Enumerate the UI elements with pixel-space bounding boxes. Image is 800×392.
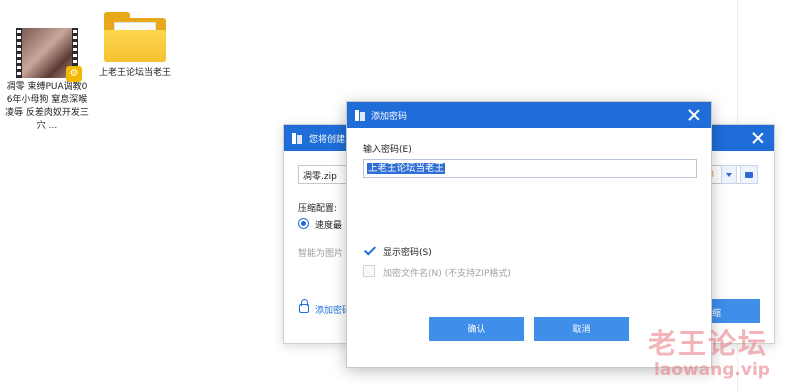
app-icon <box>292 132 302 144</box>
create-archive-close-icon[interactable] <box>752 132 764 144</box>
folder-icon <box>102 10 168 64</box>
desktop-file-video[interactable]: ⚙ 凋零 束缚PUA调教06年小母狗 窒息深喉凌辱 反差肉奴开发三穴 ... <box>4 28 90 133</box>
dialog-close-icon[interactable] <box>688 109 700 121</box>
dialog-titlebar: 添加密码 <box>347 102 711 128</box>
speed-radio-label: 速度最 <box>315 221 343 231</box>
image-hint-text: 智能为图片 <box>298 249 344 259</box>
speed-radio[interactable] <box>298 218 309 229</box>
compress-button[interactable]: 缩 <box>708 299 760 323</box>
chevron-down-icon[interactable] <box>721 165 737 184</box>
desktop-folder[interactable]: 上老王论坛当老王 <box>92 10 178 80</box>
show-password-checkbox[interactable] <box>363 244 375 256</box>
password-value: 上老王论坛当老王 <box>367 163 446 174</box>
lock-icon <box>299 299 309 313</box>
watermark-logo-text: 老王论坛 <box>648 327 769 360</box>
create-archive-title: 您将创建 <box>309 134 346 145</box>
encrypt-filenames-checkbox[interactable] <box>363 265 375 277</box>
video-file-icon: ⚙ <box>16 28 82 82</box>
compression-config-label: 压缩配置: <box>298 204 338 214</box>
cancel-button[interactable]: 取消 <box>534 317 629 341</box>
browse-folder-icon[interactable] <box>740 165 758 184</box>
password-label: 输入密码(E) <box>363 145 412 155</box>
folder-name: 上老王论坛当老王 <box>98 68 171 78</box>
app-icon <box>355 109 365 121</box>
file-name: 凋零 束缚PUA调教06年小母狗 窒息深喉凌辱 反差肉奴开发三穴 ... <box>5 82 89 131</box>
show-password-label: 显示密码(S) <box>383 248 432 258</box>
ok-button[interactable]: 确认 <box>429 317 524 341</box>
watermark-url: laowang.vip <box>654 360 770 380</box>
encrypt-filenames-label: 加密文件名(N) (不支持ZIP格式) <box>383 269 511 279</box>
dialog-title: 添加密码 <box>371 111 408 122</box>
password-input[interactable]: 上老王论坛当老王 <box>363 159 697 178</box>
